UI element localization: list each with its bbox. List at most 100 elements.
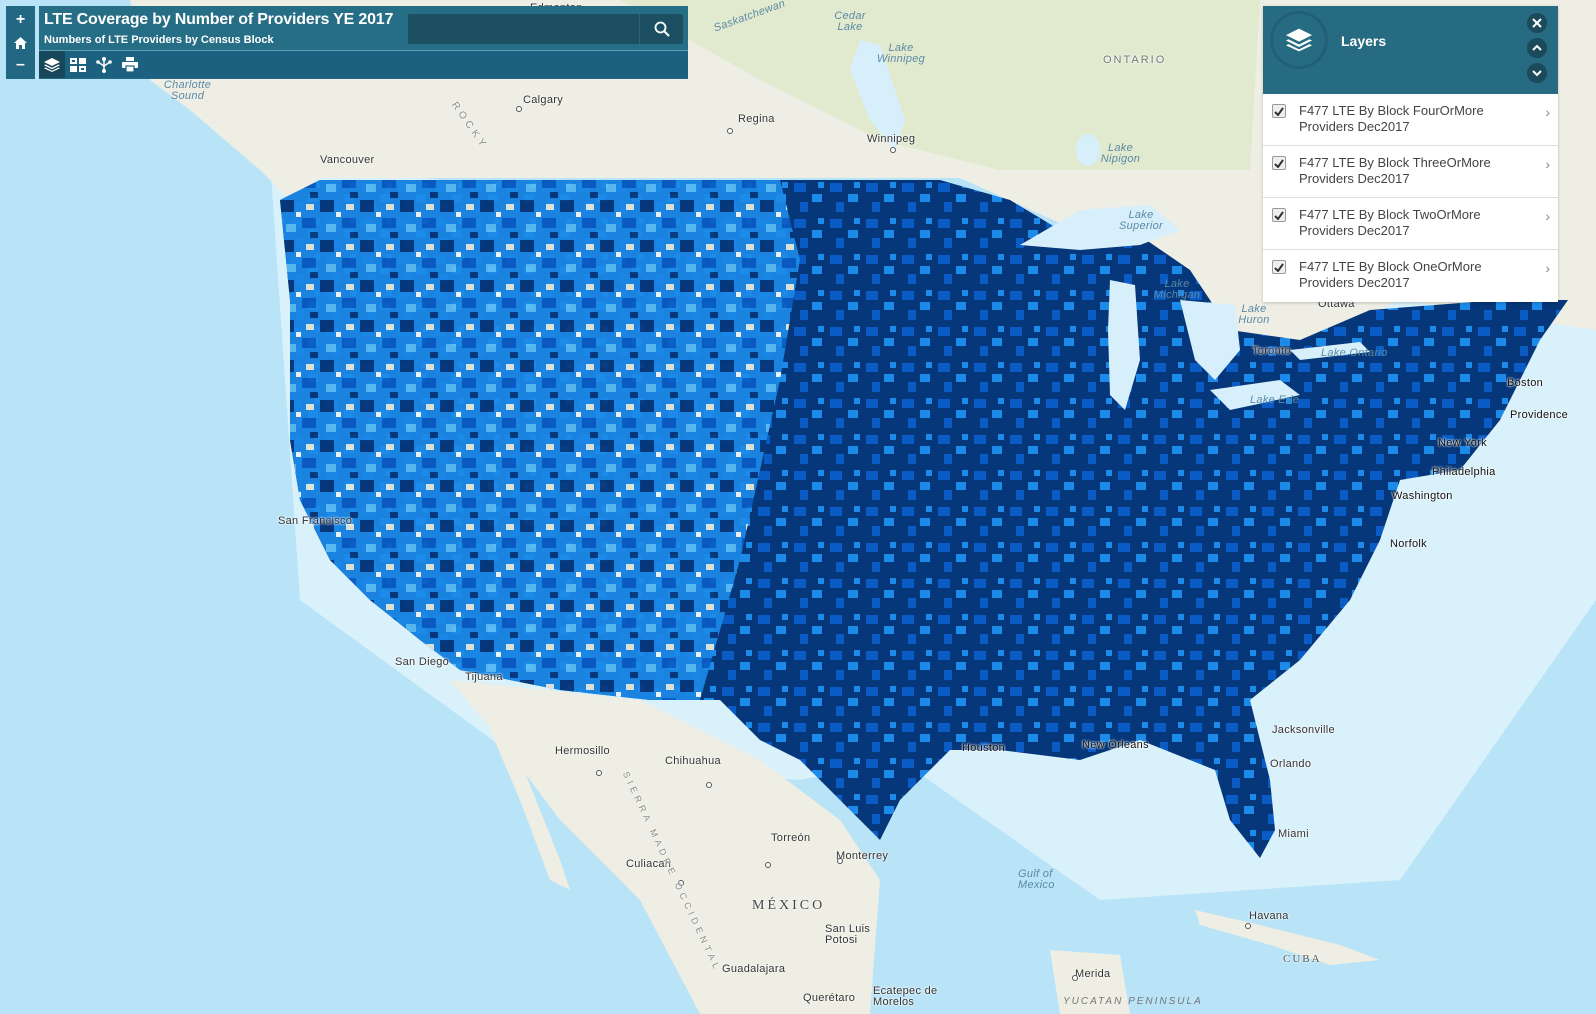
- label-winnipeg: Winnipeg: [867, 133, 916, 145]
- layer-visibility-checkbox[interactable]: [1272, 156, 1286, 170]
- label-houston: Houston: [962, 742, 1006, 754]
- share-tool-button[interactable]: [91, 51, 117, 78]
- layer-item-two-or-more[interactable]: F477 LTE By Block TwoOrMore Providers De…: [1263, 198, 1558, 250]
- label-lake-winnipeg: Lake Winnipeg: [876, 42, 926, 65]
- zoom-controls: + –: [6, 6, 35, 79]
- layers-panel-icon-badge: [1270, 11, 1328, 69]
- label-ecatepec: Ecatepec de Morelos: [873, 985, 938, 1008]
- label-tijuana: Tijuana: [465, 671, 503, 683]
- label-merida: Merida: [1075, 968, 1111, 980]
- layer-label: F477 LTE By Block FourOrMore Providers D…: [1299, 103, 1484, 134]
- label-gulf-of-mexico: Gulf of Mexico: [1018, 868, 1055, 891]
- search-box: [408, 14, 683, 44]
- label-mexico: MÉXICO: [752, 898, 826, 913]
- label-providence: Providence: [1510, 409, 1569, 421]
- label-new-orleans: New Orleans: [1082, 739, 1149, 751]
- layer-item-one-or-more[interactable]: F477 LTE By Block OneOrMore Providers De…: [1263, 250, 1558, 302]
- chevron-up-icon: [1532, 44, 1542, 51]
- label-toronto: Toronto: [1252, 345, 1291, 357]
- chevron-right-icon[interactable]: ›: [1545, 104, 1550, 120]
- city-marker: [727, 128, 733, 134]
- lake-nipigon: [1076, 134, 1100, 166]
- header-panel: LTE Coverage by Number of Providers YE 2…: [39, 6, 688, 79]
- chevron-right-icon[interactable]: ›: [1545, 208, 1550, 224]
- layer-visibility-checkbox[interactable]: [1272, 104, 1286, 118]
- layer-item-three-or-more[interactable]: F477 LTE By Block ThreeOrMore Providers …: [1263, 146, 1558, 198]
- checkmark-icon: [1274, 106, 1284, 116]
- city-marker: [706, 782, 712, 788]
- label-lake-nipigon: Lake Nipigon: [1100, 142, 1141, 165]
- label-vancouver: Vancouver: [320, 154, 375, 166]
- label-monterrey: Monterrey: [836, 850, 889, 862]
- checkmark-icon: [1274, 210, 1284, 220]
- city-marker: [516, 106, 522, 112]
- print-icon: [122, 57, 138, 72]
- checkmark-icon: [1274, 262, 1284, 272]
- label-lake-erie: Lake Erie: [1250, 394, 1300, 406]
- layer-visibility-checkbox[interactable]: [1272, 208, 1286, 222]
- label-cedar-lake: Cedar Lake: [834, 10, 866, 33]
- checkmark-icon: [1274, 158, 1284, 168]
- label-washington: Washington: [1392, 490, 1453, 502]
- label-lake-michigan: Lake Michigan: [1153, 278, 1201, 301]
- layers-icon: [1286, 28, 1312, 52]
- layers-panel: Layers F477 LTE By Block FourOrMore Prov…: [1263, 6, 1558, 302]
- label-calgary: Calgary: [523, 94, 564, 106]
- legend-icon: [70, 57, 86, 72]
- layers-icon: [44, 57, 60, 72]
- close-icon: [1532, 18, 1542, 28]
- search-input[interactable]: [408, 14, 639, 44]
- label-boston: Boston: [1507, 377, 1544, 389]
- chevron-right-icon[interactable]: ›: [1545, 156, 1550, 172]
- city-marker: [890, 147, 896, 153]
- label-yucatan: YUCATAN PENINSULA: [1063, 996, 1203, 1007]
- label-charlotte-sound: Charlotte Sound: [163, 79, 212, 102]
- label-san-luis-potosi: San Luis Potosi: [825, 923, 871, 946]
- label-orlando: Orlando: [1270, 758, 1312, 770]
- zoom-in-button[interactable]: +: [6, 9, 35, 31]
- city-marker: [837, 858, 843, 864]
- label-ontario: ONTARIO: [1103, 54, 1167, 66]
- collapse-button[interactable]: [1527, 38, 1547, 58]
- label-philadelphia: Philadelphia: [1432, 466, 1496, 478]
- label-san-francisco: San Francisco: [278, 515, 353, 527]
- layer-visibility-checkbox[interactable]: [1272, 260, 1286, 274]
- label-lake-ontario: Lake Ontario: [1321, 347, 1388, 359]
- chevron-right-icon[interactable]: ›: [1545, 260, 1550, 276]
- label-lake-superior: Lake Superior: [1119, 209, 1163, 232]
- label-jacksonville: Jacksonville: [1272, 724, 1335, 736]
- label-san-diego: San Diego: [395, 656, 450, 668]
- label-norfolk: Norfolk: [1390, 538, 1427, 550]
- legend-tool-button[interactable]: [65, 51, 91, 78]
- expand-button[interactable]: [1527, 63, 1547, 83]
- layer-item-four-or-more[interactable]: F477 LTE By Block FourOrMore Providers D…: [1263, 94, 1558, 146]
- label-torreon: Torreón: [771, 832, 811, 844]
- close-button[interactable]: [1527, 13, 1547, 33]
- label-lake-huron: Lake Huron: [1238, 303, 1270, 326]
- label-miami: Miami: [1278, 828, 1309, 840]
- share-icon: [96, 56, 112, 73]
- label-cuba: CUBA: [1283, 953, 1322, 965]
- label-chihuahua: Chihuahua: [665, 755, 721, 767]
- layers-panel-header: Layers: [1263, 6, 1558, 94]
- home-icon: [14, 36, 27, 49]
- search-icon: [654, 21, 670, 37]
- layer-label: F477 LTE By Block OneOrMore Providers De…: [1299, 259, 1482, 290]
- chevron-down-icon: [1532, 70, 1542, 77]
- search-button[interactable]: [639, 14, 683, 44]
- city-marker: [596, 770, 602, 776]
- home-button[interactable]: [6, 32, 35, 54]
- layer-label: F477 LTE By Block ThreeOrMore Providers …: [1299, 155, 1491, 186]
- label-hermosillo: Hermosillo: [555, 745, 610, 757]
- zoom-out-button[interactable]: –: [6, 54, 35, 76]
- print-tool-button[interactable]: [117, 51, 143, 78]
- label-havana: Havana: [1249, 910, 1289, 922]
- label-guadalajara: Guadalajara: [722, 963, 786, 975]
- toolbar: [39, 51, 688, 78]
- layers-tool-button[interactable]: [39, 51, 65, 78]
- city-marker: [765, 862, 771, 868]
- city-marker: [1072, 975, 1078, 981]
- app-subtitle: Numbers of LTE Providers by Census Block: [44, 34, 274, 46]
- app-title: LTE Coverage by Number of Providers YE 2…: [44, 11, 394, 28]
- label-queretaro: Querétaro: [803, 992, 856, 1004]
